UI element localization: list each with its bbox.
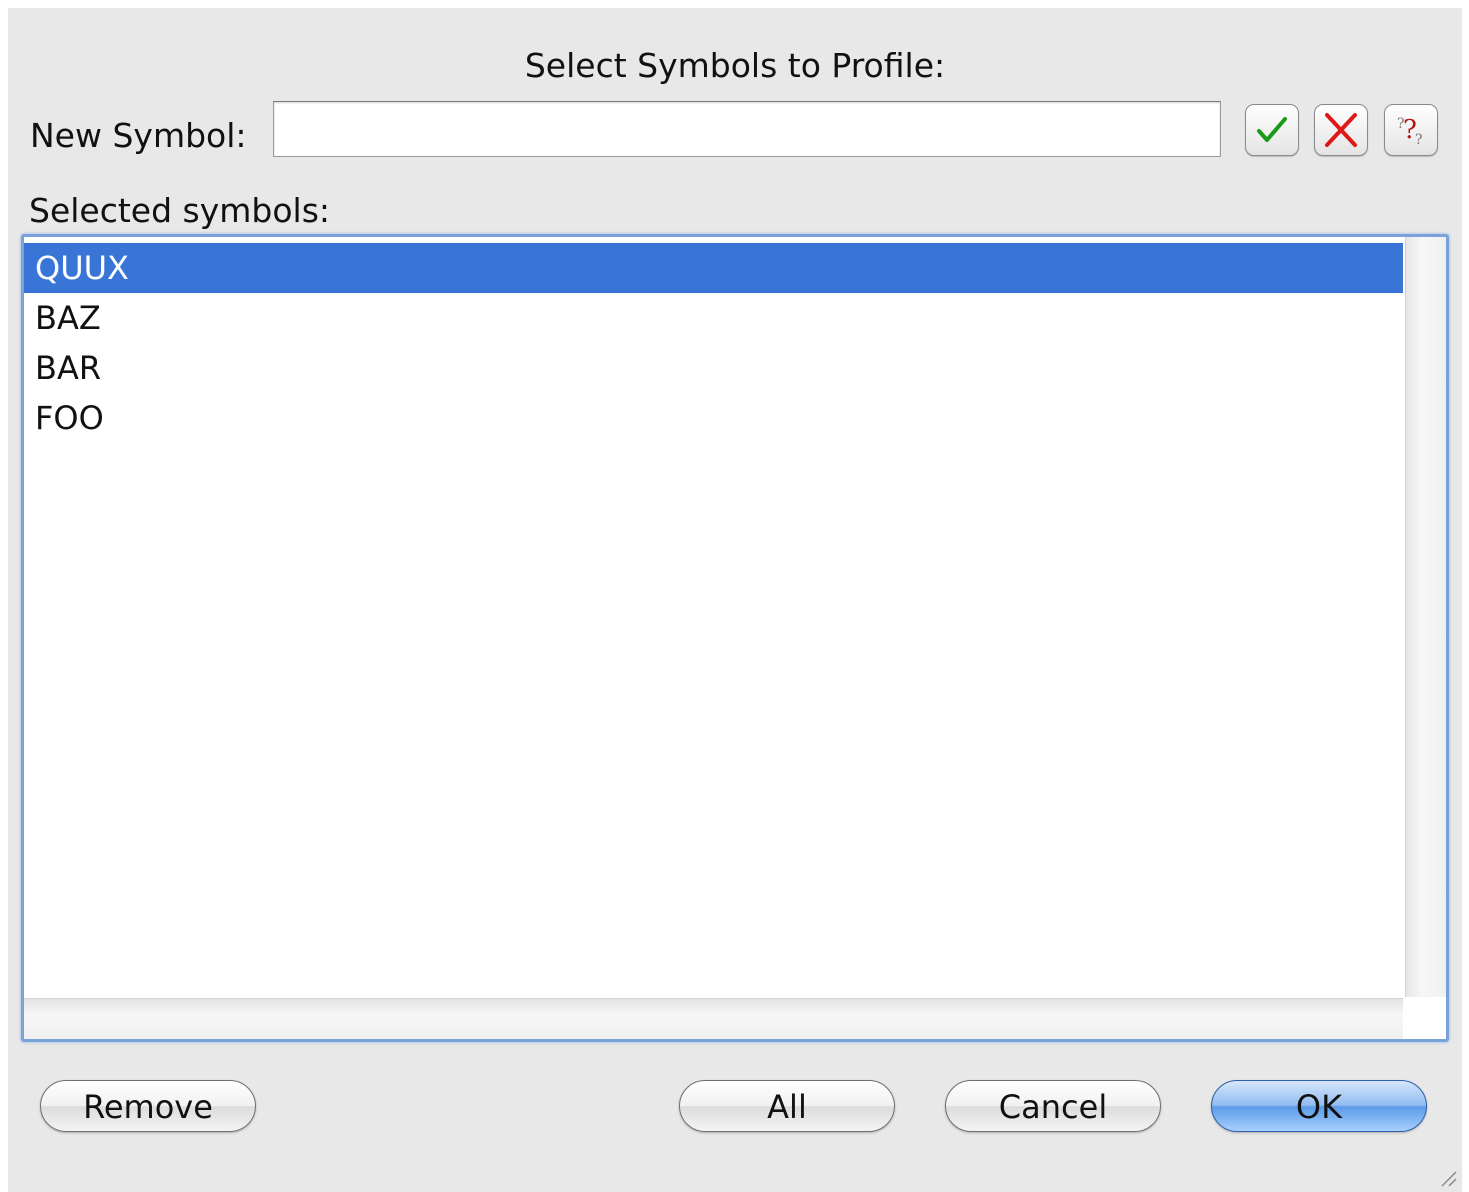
symbol-list-item[interactable]: BAZ: [24, 293, 1403, 343]
accept-symbol-button[interactable]: [1245, 104, 1299, 156]
scrollbar-corner: [1406, 999, 1446, 1039]
vertical-scrollbar[interactable]: [1405, 237, 1446, 997]
dialog-title: Select Symbols to Profile:: [524, 46, 946, 85]
symbol-help-button[interactable]: ? ? ?: [1384, 104, 1438, 156]
horizontal-scrollbar[interactable]: [24, 998, 1403, 1039]
profile-symbols-dialog: Select Symbols to Profile: New Symbol: ?…: [8, 8, 1462, 1192]
selected-symbols-list[interactable]: QUUX BAZ BAR FOO: [21, 234, 1449, 1042]
remove-button[interactable]: Remove: [40, 1080, 256, 1132]
svg-text:?: ?: [1415, 132, 1423, 148]
symbol-list-item[interactable]: FOO: [24, 393, 1403, 443]
symbol-list-item[interactable]: BAR: [24, 343, 1403, 393]
symbol-list-items: QUUX BAZ BAR FOO: [24, 243, 1403, 443]
reject-symbol-button[interactable]: [1314, 104, 1368, 156]
ok-button[interactable]: OK: [1211, 1080, 1427, 1132]
new-symbol-label: New Symbol:: [30, 116, 247, 155]
checkmark-icon: [1257, 117, 1287, 142]
red-x-icon: [1325, 113, 1357, 147]
all-button[interactable]: All: [679, 1080, 895, 1132]
resize-grip-icon[interactable]: [1434, 1164, 1458, 1188]
cancel-button[interactable]: Cancel: [945, 1080, 1161, 1132]
selected-symbols-label: Selected symbols:: [29, 191, 331, 230]
new-symbol-input[interactable]: [273, 101, 1221, 157]
question-mark-icon: ? ? ?: [1397, 115, 1423, 148]
symbol-list-item[interactable]: QUUX: [24, 243, 1403, 293]
svg-text:?: ?: [1397, 116, 1405, 132]
